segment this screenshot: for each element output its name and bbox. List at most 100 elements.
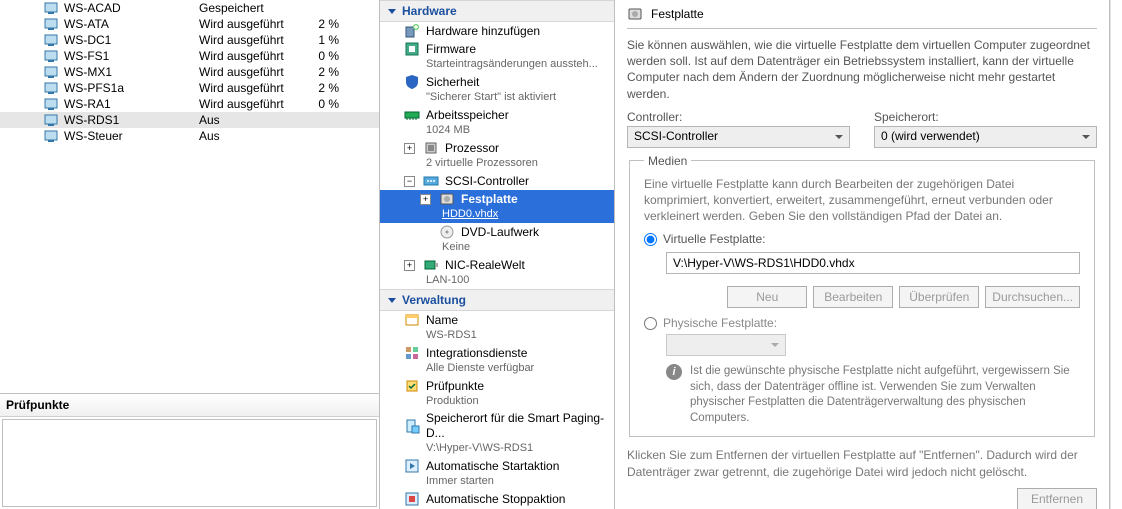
vm-row[interactable]: WS-MX1Wird ausgeführt2 %: [0, 64, 379, 80]
remove-button[interactable]: Entfernen: [1017, 488, 1097, 509]
chevron-down-icon: [388, 298, 396, 303]
vm-state: Wird ausgeführt: [199, 65, 299, 79]
vm-state: Wird ausgeführt: [199, 17, 299, 31]
tree-mgmt-autostop[interactable]: Automatische Stoppaktion Speichern: [380, 490, 614, 509]
vm-row[interactable]: WS-FS1Wird ausgeführt0 %: [0, 48, 379, 64]
vm-row[interactable]: WS-PFS1aWird ausgeführt2 %: [0, 80, 379, 96]
vm-icon: [44, 113, 58, 127]
vm-list-pane: WS-ACADGespeichertWS-ATAWird ausgeführt2…: [0, 0, 380, 509]
vm-cpu: 1 %: [299, 33, 339, 47]
vm-cpu: 0 %: [299, 97, 339, 111]
tree-security[interactable]: Sicherheit "Sicherer Start" ist aktivier…: [380, 73, 614, 106]
autostart-icon: [404, 458, 420, 474]
radio-physical-input[interactable]: [644, 317, 657, 330]
vhd-path-input[interactable]: [666, 252, 1080, 274]
network-adapter-icon: [423, 257, 439, 273]
section-hardware[interactable]: Hardware: [380, 0, 614, 22]
vm-name: WS-ATA: [64, 17, 199, 31]
vm-icon: [44, 49, 58, 63]
media-legend: Medien: [644, 154, 691, 168]
tree-memory[interactable]: Arbeitsspeicher 1024 MB: [380, 106, 614, 139]
vm-icon: [44, 81, 58, 95]
detail-intro: Sie können auswählen, wie die virtuelle …: [627, 37, 1097, 102]
media-fieldset: Medien Eine virtuelle Festplatte kann du…: [629, 154, 1095, 438]
scsi-icon: [423, 173, 439, 189]
tree-mgmt-autostart[interactable]: Automatische Startaktion Immer starten: [380, 457, 614, 490]
vm-icon: [44, 17, 58, 31]
vm-row[interactable]: WS-RA1Wird ausgeführt0 %: [0, 96, 379, 112]
vm-icon: [44, 65, 58, 79]
chevron-down-icon: [388, 9, 396, 14]
hard-disk-icon: [439, 191, 455, 207]
remove-note: Klicken Sie zum Entfernen der virtuellen…: [627, 447, 1097, 479]
edit-button[interactable]: Bearbeiten: [813, 286, 893, 308]
vm-state: Wird ausgeführt: [199, 97, 299, 111]
tree-processor[interactable]: + Prozessor 2 virtuelle Prozessoren: [380, 139, 614, 172]
location-combo[interactable]: 0 (wird verwendet): [874, 126, 1097, 148]
vm-row[interactable]: WS-ACADGespeichert: [0, 0, 379, 16]
tree-mgmt-checkpoints[interactable]: Prüfpunkte Produktion: [380, 377, 614, 410]
autostop-icon: [404, 491, 420, 507]
expand-icon[interactable]: +: [420, 194, 431, 205]
expand-icon[interactable]: +: [404, 143, 415, 154]
vm-name: WS-FS1: [64, 49, 199, 63]
new-button[interactable]: Neu: [727, 286, 807, 308]
tree-nic[interactable]: + NIC-RealeWelt LAN-100: [380, 256, 614, 289]
checkpoints-body[interactable]: [2, 419, 377, 507]
expand-icon[interactable]: +: [404, 260, 415, 271]
vm-name: WS-RA1: [64, 97, 199, 111]
services-icon: [404, 345, 420, 361]
vm-row[interactable]: WS-SteuerAus: [0, 128, 379, 144]
vm-name: WS-MX1: [64, 65, 199, 79]
tree-dvd-drive[interactable]: DVD-Laufwerk Keine: [380, 223, 614, 256]
vm-state: Aus: [199, 129, 299, 143]
hard-disk-icon: [627, 6, 643, 22]
vm-icon: [44, 33, 58, 47]
vm-state: Gespeichert: [199, 1, 299, 15]
vm-name: WS-PFS1a: [64, 81, 199, 95]
tree-mgmt-smart-paging[interactable]: Speicherort für die Smart Paging-D... V:…: [380, 410, 614, 457]
physical-disk-note: i Ist die gewünschte physische Festplatt…: [666, 364, 1080, 426]
vm-cpu: 2 %: [299, 81, 339, 95]
cpu-icon: [423, 140, 439, 156]
controller-label: Controller:: [627, 110, 850, 124]
tree-scsi-controller[interactable]: − SCSI-Controller: [380, 172, 614, 190]
checkpoint-icon: [404, 378, 420, 394]
vm-name: WS-ACAD: [64, 1, 199, 15]
vm-state: Aus: [199, 113, 299, 127]
paging-file-icon: [404, 418, 420, 434]
vm-name: WS-DC1: [64, 33, 199, 47]
vm-row[interactable]: WS-DC1Wird ausgeführt1 %: [0, 32, 379, 48]
vm-name: WS-Steuer: [64, 129, 199, 143]
vm-cpu: 2 %: [299, 17, 339, 31]
shield-icon: [404, 74, 420, 90]
vm-icon: [44, 97, 58, 111]
add-hardware-icon: [404, 23, 420, 39]
tree-mgmt-name[interactable]: Name WS-RDS1: [380, 311, 614, 344]
vm-row[interactable]: WS-ATAWird ausgeführt2 %: [0, 16, 379, 32]
radio-virtual-input[interactable]: [644, 233, 657, 246]
checkpoints-panel: Prüfpunkte: [0, 393, 379, 509]
radio-virtual-disk[interactable]: Virtuelle Festplatte:: [644, 232, 1080, 246]
settings-tree-pane: Hardware Hardware hinzufügen Firmware St…: [380, 0, 615, 509]
vm-icon: [44, 129, 58, 143]
controller-combo[interactable]: SCSI-Controller: [627, 126, 850, 148]
vm-list[interactable]: WS-ACADGespeichertWS-ATAWird ausgeführt2…: [0, 0, 379, 144]
collapse-icon[interactable]: −: [404, 176, 415, 187]
vm-cpu: 2 %: [299, 65, 339, 79]
tree-add-hardware[interactable]: Hardware hinzufügen: [380, 22, 614, 40]
tree-mgmt-integration[interactable]: Integrationsdienste Alle Dienste verfügb…: [380, 344, 614, 377]
browse-button[interactable]: Durchsuchen...: [985, 286, 1080, 308]
inspect-button[interactable]: Überprüfen: [899, 286, 979, 308]
detail-pane: Festplatte Sie können auswählen, wie die…: [615, 0, 1110, 509]
vm-name: WS-RDS1: [64, 113, 199, 127]
vm-cpu: 0 %: [299, 49, 339, 63]
tree-hard-disk[interactable]: + Festplatte HDD0.vhdx: [380, 190, 614, 223]
radio-physical-disk[interactable]: Physische Festplatte:: [644, 316, 1080, 330]
vm-row[interactable]: WS-RDS1Aus: [0, 112, 379, 128]
name-tag-icon: [404, 312, 420, 328]
section-management[interactable]: Verwaltung: [380, 289, 614, 311]
info-icon: i: [666, 364, 682, 380]
checkpoints-header: Prüfpunkte: [0, 394, 379, 417]
tree-firmware[interactable]: Firmware Starteintragsänderungen aussteh…: [380, 40, 614, 73]
